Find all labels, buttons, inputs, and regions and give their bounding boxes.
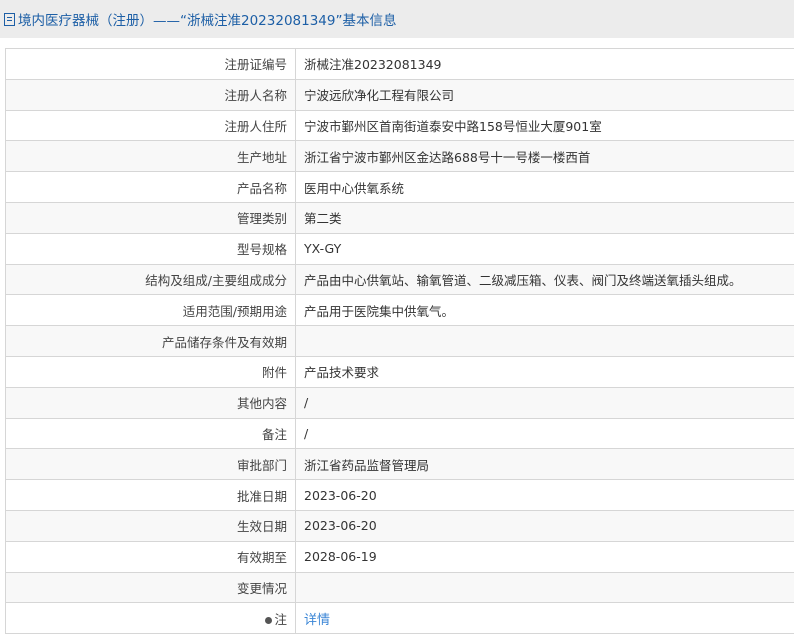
note-row: 注 详情 xyxy=(5,602,794,635)
field-label: 变更情况 xyxy=(5,571,296,604)
table-row: 注册人住所 宁波市鄞州区首南街道泰安中路158号恒业大厦901室 xyxy=(5,109,794,142)
field-value: / xyxy=(295,417,794,450)
field-value: 产品用于医院集中供氧气。 xyxy=(295,294,794,327)
field-label: 批准日期 xyxy=(5,479,296,511)
field-value xyxy=(295,571,794,604)
note-label-cell: 注 xyxy=(5,602,296,635)
table-row: 生效日期 2023-06-20 xyxy=(5,509,794,542)
table-row: 管理类别 第二类 xyxy=(5,201,794,234)
table-row: 注册人名称 宁波远欣净化工程有限公司 xyxy=(5,78,794,111)
field-label: 管理类别 xyxy=(5,201,296,234)
field-value: 浙江省药品监督管理局 xyxy=(295,448,794,481)
field-value: 浙械注准20232081349 xyxy=(295,48,794,80)
details-link[interactable]: 详情 xyxy=(304,613,330,628)
table-row: 适用范围/预期用途 产品用于医院集中供氧气。 xyxy=(5,294,794,327)
table-row: 型号规格 YX-GY xyxy=(5,232,794,265)
field-label: 附件 xyxy=(5,355,296,388)
field-value: 医用中心供氧系统 xyxy=(295,171,794,203)
page-title: 境内医疗器械（注册）——“浙械注准20232081349”基本信息 xyxy=(18,13,397,29)
field-value xyxy=(295,325,794,357)
table-row: 其他内容 / xyxy=(5,386,794,419)
field-label: 审批部门 xyxy=(5,448,296,481)
table-row: 有效期至 2028-06-19 xyxy=(5,540,794,573)
field-value: YX-GY xyxy=(295,232,794,265)
note-label: 注 xyxy=(274,611,287,627)
table-row: 批准日期 2023-06-20 xyxy=(5,479,794,511)
table-row: 备注 / xyxy=(5,417,794,450)
field-label: 产品名称 xyxy=(5,171,296,203)
field-value: 2028-06-19 xyxy=(295,540,794,573)
field-value: / xyxy=(295,386,794,419)
page-header: 境内医疗器械（注册）——“浙械注准20232081349”基本信息 xyxy=(0,0,794,38)
field-label: 注册证编号 xyxy=(5,48,296,80)
table-row: 变更情况 xyxy=(5,571,794,604)
field-label: 产品储存条件及有效期 xyxy=(5,325,296,357)
table-row: 审批部门 浙江省药品监督管理局 xyxy=(5,448,794,481)
table-row: 生产地址 浙江省宁波市鄞州区金达路688号十一号楼一楼西首 xyxy=(5,140,794,173)
field-label: 注册人住所 xyxy=(5,109,296,142)
table-row: 产品储存条件及有效期 xyxy=(5,325,794,357)
field-label: 有效期至 xyxy=(5,540,296,573)
document-icon xyxy=(4,12,15,26)
table-row: 结构及组成/主要组成成分 产品由中心供氧站、输氧管道、二级减压箱、仪表、阀门及终端… xyxy=(5,263,794,296)
table-row: 产品名称 医用中心供氧系统 xyxy=(5,171,794,203)
field-value: 2023-06-20 xyxy=(295,479,794,511)
field-label: 结构及组成/主要组成成分 xyxy=(5,263,296,296)
table-row: 附件 产品技术要求 xyxy=(5,355,794,388)
field-label: 生效日期 xyxy=(5,509,296,542)
field-value: 2023-06-20 xyxy=(295,509,794,542)
field-value: 宁波市鄞州区首南街道泰安中路158号恒业大厦901室 xyxy=(295,109,794,142)
field-label: 生产地址 xyxy=(5,140,296,173)
field-label: 其他内容 xyxy=(5,386,296,419)
table-row: 注册证编号 浙械注准20232081349 xyxy=(5,48,794,80)
note-value: 详情 xyxy=(295,602,794,635)
field-label: 备注 xyxy=(5,417,296,450)
field-label: 注册人名称 xyxy=(5,78,296,111)
field-label: 型号规格 xyxy=(5,232,296,265)
field-label: 适用范围/预期用途 xyxy=(5,294,296,327)
field-value: 产品技术要求 xyxy=(295,355,794,388)
field-value: 宁波远欣净化工程有限公司 xyxy=(295,78,794,111)
info-table: 注册证编号 浙械注准20232081349 注册人名称 宁波远欣净化工程有限公司 注册人… xyxy=(5,48,794,635)
field-value: 第二类 xyxy=(295,201,794,234)
field-value: 产品由中心供氧站、输氧管道、二级减压箱、仪表、阀门及终端送氧插头组成。 xyxy=(295,263,794,296)
lightbulb-icon xyxy=(265,616,273,624)
field-value: 浙江省宁波市鄞州区金达路688号十一号楼一楼西首 xyxy=(295,140,794,173)
